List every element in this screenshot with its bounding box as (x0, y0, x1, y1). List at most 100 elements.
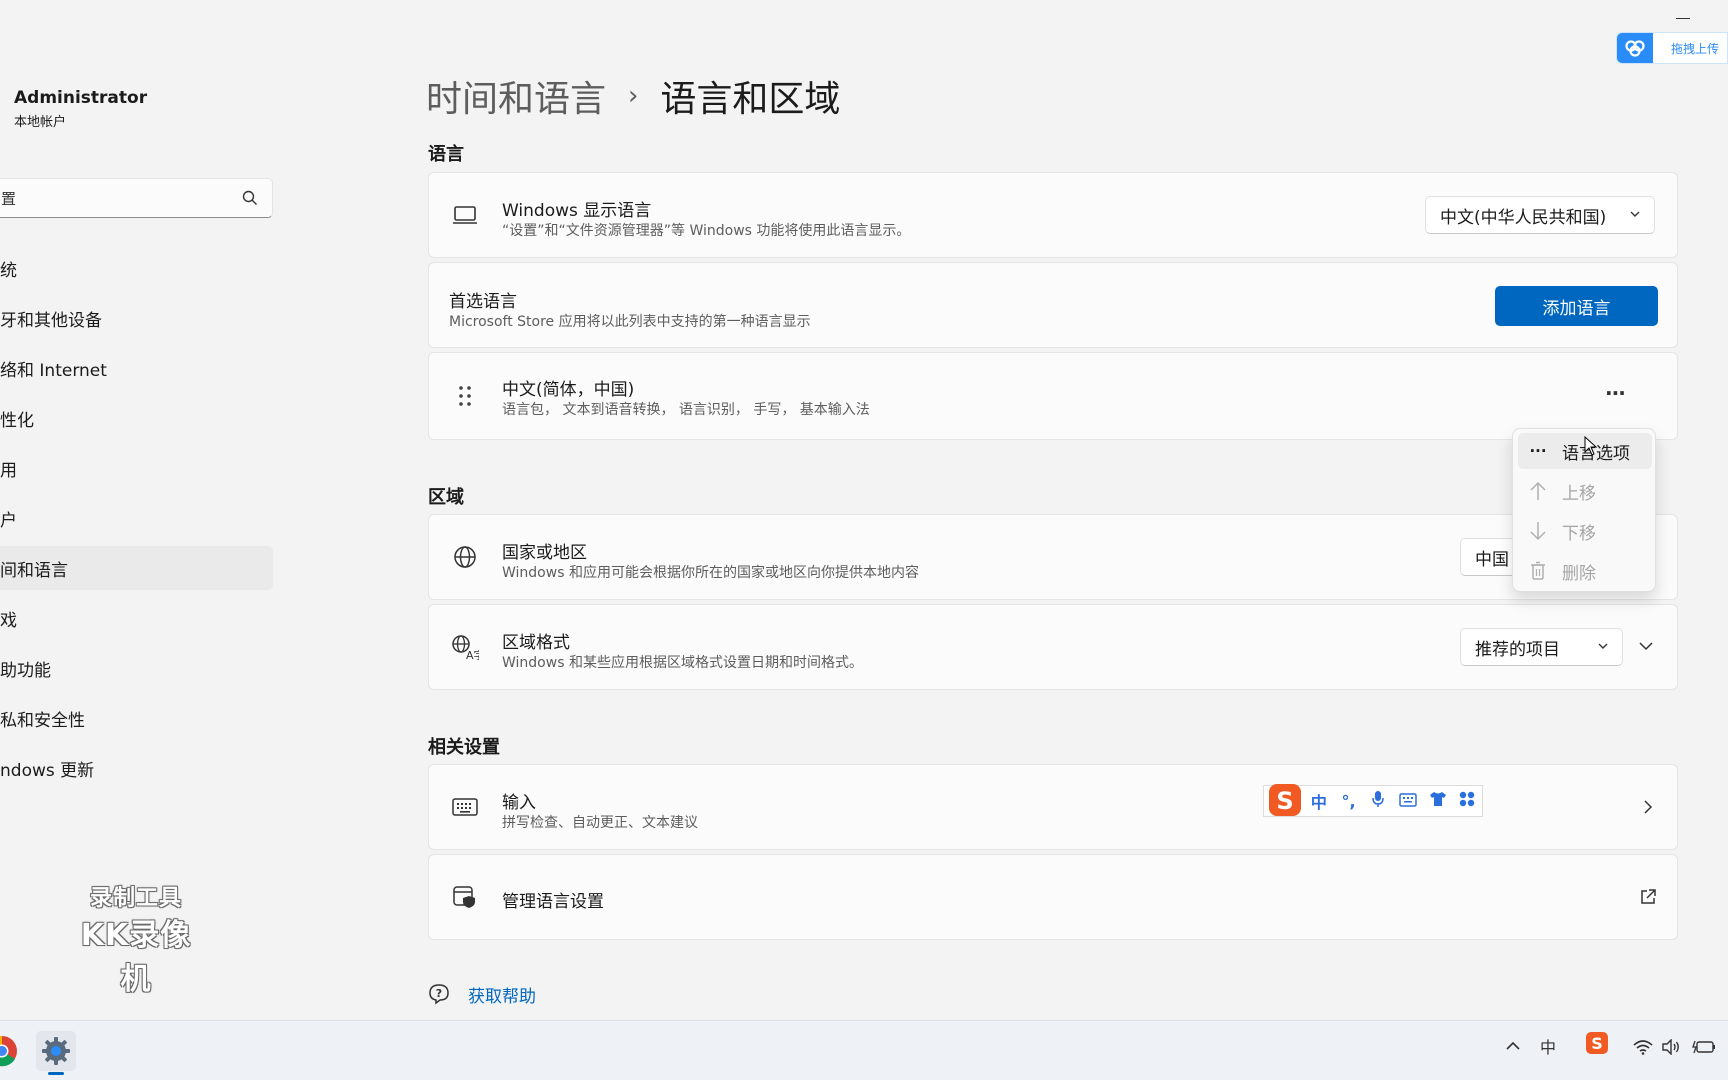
toolbox-grid-icon[interactable] (1452, 791, 1482, 811)
sidebar-item-bluetooth[interactable]: 牙和其他设备 (0, 296, 273, 340)
card-subtitle: 拼写检查、自动更正、文本建议 (502, 815, 698, 831)
sidebar-item-accessibility[interactable]: 助功能 (0, 646, 273, 690)
upload-label: 拖拽上传 (1671, 41, 1720, 56)
regional-format-dropdown[interactable]: 推荐的项目 (1460, 628, 1623, 666)
section-title-region: 区域 (428, 487, 464, 508)
battery-icon[interactable] (1692, 1039, 1716, 1055)
taskbar: 中 S (0, 1020, 1728, 1080)
sogou-ime-toolbar[interactable]: S 中 °, (1263, 784, 1483, 817)
watermark-line1: 录制工具 (89, 886, 182, 911)
sidebar-item-label: 私和安全性 (0, 710, 85, 731)
sidebar-item-network[interactable]: 络和 Internet (0, 346, 273, 390)
sogou-logo-icon: S (1266, 781, 1304, 816)
user-account-type: 本地帐户 (14, 115, 67, 130)
skin-shirt-icon[interactable] (1423, 791, 1453, 811)
sidebar-item-label: 统 (0, 260, 17, 281)
menu-item-delete[interactable]: 删除 (1518, 553, 1652, 589)
arrow-down-icon (1522, 521, 1554, 541)
card-title: 国家或地区 (502, 543, 587, 563)
card-title: 首选语言 (449, 292, 517, 312)
card-title: 中文(简体，中国) (502, 380, 635, 400)
ime-indicator-label: 中 (1540, 1038, 1557, 1057)
arrow-up-icon (1522, 481, 1554, 501)
regional-format-card[interactable]: A字 区域格式 Windows 和某些应用根据区域格式设置日期和时间格式。 推荐… (428, 604, 1678, 690)
sidebar-item-label: 助功能 (0, 660, 51, 681)
wifi-icon[interactable] (1633, 1039, 1653, 1055)
chevron-right-icon (1641, 798, 1655, 820)
card-subtitle: Windows 和某些应用根据区域格式设置日期和时间格式。 (502, 655, 863, 671)
svg-text:A字: A字 (466, 648, 479, 660)
menu-item-move-up[interactable]: 上移 (1518, 473, 1652, 509)
menu-item-move-down[interactable]: 下移 (1518, 513, 1652, 549)
upload-widget[interactable]: 拖拽上传 (1616, 32, 1728, 64)
dropdown-value: 中国 (1475, 549, 1509, 570)
minimize-button[interactable] (1676, 18, 1690, 19)
svg-text:S: S (1276, 787, 1293, 815)
sidebar-item-label: 用 (0, 460, 17, 481)
section-title-related: 相关设置 (428, 737, 500, 758)
watermark-line2: KK录像机 (80, 918, 192, 997)
laptop-icon (451, 201, 479, 229)
recorder-watermark: 录制工具 KK录像机 (66, 880, 206, 998)
sidebar-item-apps[interactable]: 用 (0, 446, 273, 490)
preferred-language-card: 首选语言 Microsoft Store 应用将以此列表中支持的第一种语言显示 … (428, 262, 1678, 348)
sidebar-item-accounts[interactable]: 户 (0, 496, 273, 540)
svg-text:?: ? (436, 987, 442, 1000)
get-help-link[interactable]: 获取帮助 (468, 982, 536, 1007)
search-icon[interactable] (242, 190, 258, 210)
globe-icon (451, 543, 479, 571)
sidebar-item-gaming[interactable]: 戏 (0, 596, 273, 640)
card-subtitle: Windows 和应用可能会根据你所在的国家或地区向你提供本地内容 (502, 565, 919, 581)
dropdown-value: 中文(中华人民共和国) (1440, 207, 1607, 228)
display-language-card: Windows 显示语言 “设置”和“文件资源管理器”等 Windows 功能将… (428, 172, 1678, 258)
sidebar-item-label: 络和 Internet (0, 360, 107, 381)
breadcrumb-parent[interactable]: 时间和语言 (426, 70, 606, 122)
sidebar-item-label: 户 (0, 510, 17, 531)
card-subtitle: Microsoft Store 应用将以此列表中支持的第一种语言显示 (449, 314, 811, 330)
sidebar-item-personalization[interactable]: 性化 (0, 396, 273, 440)
mouse-cursor-icon (1584, 435, 1598, 460)
card-title: 管理语言设置 (502, 892, 604, 912)
microphone-icon[interactable] (1363, 790, 1393, 812)
cloud-icon (1617, 33, 1653, 63)
menu-item-label: 删除 (1562, 563, 1596, 584)
show-hidden-icons-chevron-icon[interactable] (1504, 1039, 1522, 1053)
help-icon: ? (428, 983, 450, 1009)
sidebar-item-label: 牙和其他设备 (0, 310, 102, 331)
breadcrumb: 时间和语言 › 语言和区域 (426, 70, 840, 122)
search-value: 置 (1, 189, 17, 208)
sidebar-item-label: 性化 (0, 410, 34, 431)
soft-keyboard-icon[interactable] (1393, 792, 1423, 811)
sogou-tray-icon[interactable]: S (1585, 1031, 1609, 1055)
ime-language-indicator-icon[interactable]: 中 (1540, 1034, 1556, 1058)
dropdown-value: 推荐的项目 (1475, 639, 1560, 660)
chrome-taskbar-icon[interactable] (0, 1031, 22, 1071)
display-language-dropdown[interactable]: 中文(中华人民共和国) (1425, 196, 1655, 234)
sidebar-item-time-language[interactable]: 间和语言 (0, 546, 273, 590)
drag-handle-icon[interactable] (451, 382, 479, 410)
settings-taskbar-icon[interactable] (36, 1031, 76, 1071)
external-link-icon (1639, 888, 1657, 910)
menu-item-label: 下移 (1562, 523, 1596, 544)
section-title-language: 语言 (428, 144, 464, 165)
volume-icon[interactable] (1661, 1039, 1681, 1055)
ime-punctuation-mode[interactable]: °, (1334, 792, 1364, 811)
settings-search-input[interactable]: 置 (0, 178, 273, 218)
expand-chevron-icon[interactable] (1637, 637, 1655, 659)
sidebar-item-privacy[interactable]: 私和安全性 (0, 696, 273, 740)
add-language-button[interactable]: 添加语言 (1495, 286, 1658, 326)
more-options-icon[interactable]: ··· (1605, 381, 1626, 405)
menu-item-label: 上移 (1562, 483, 1596, 504)
sidebar-item-label: 戏 (0, 610, 17, 631)
language-list-item-chinese[interactable]: 中文(简体，中国) 语言包， 文本到语音转换， 语言识别， 手写， 基本输入法 … (428, 352, 1678, 440)
chevron-down-icon (1628, 206, 1642, 226)
card-title: 输入 (502, 793, 536, 813)
user-name: Administrator (14, 88, 148, 108)
input-settings-card[interactable]: 输入 拼写检查、自动更正、文本建议 S 中 °, (428, 764, 1678, 850)
sidebar-item-windows-update[interactable]: ndows 更新 (0, 746, 273, 790)
active-app-indicator (48, 1072, 64, 1075)
admin-language-settings-card[interactable]: 管理语言设置 (428, 854, 1678, 940)
sidebar-item-system[interactable]: 统 (0, 246, 273, 290)
country-region-card: 国家或地区 Windows 和应用可能会根据你所在的国家或地区向你提供本地内容 … (428, 514, 1678, 600)
ime-chinese-mode[interactable]: 中 (1304, 789, 1334, 813)
